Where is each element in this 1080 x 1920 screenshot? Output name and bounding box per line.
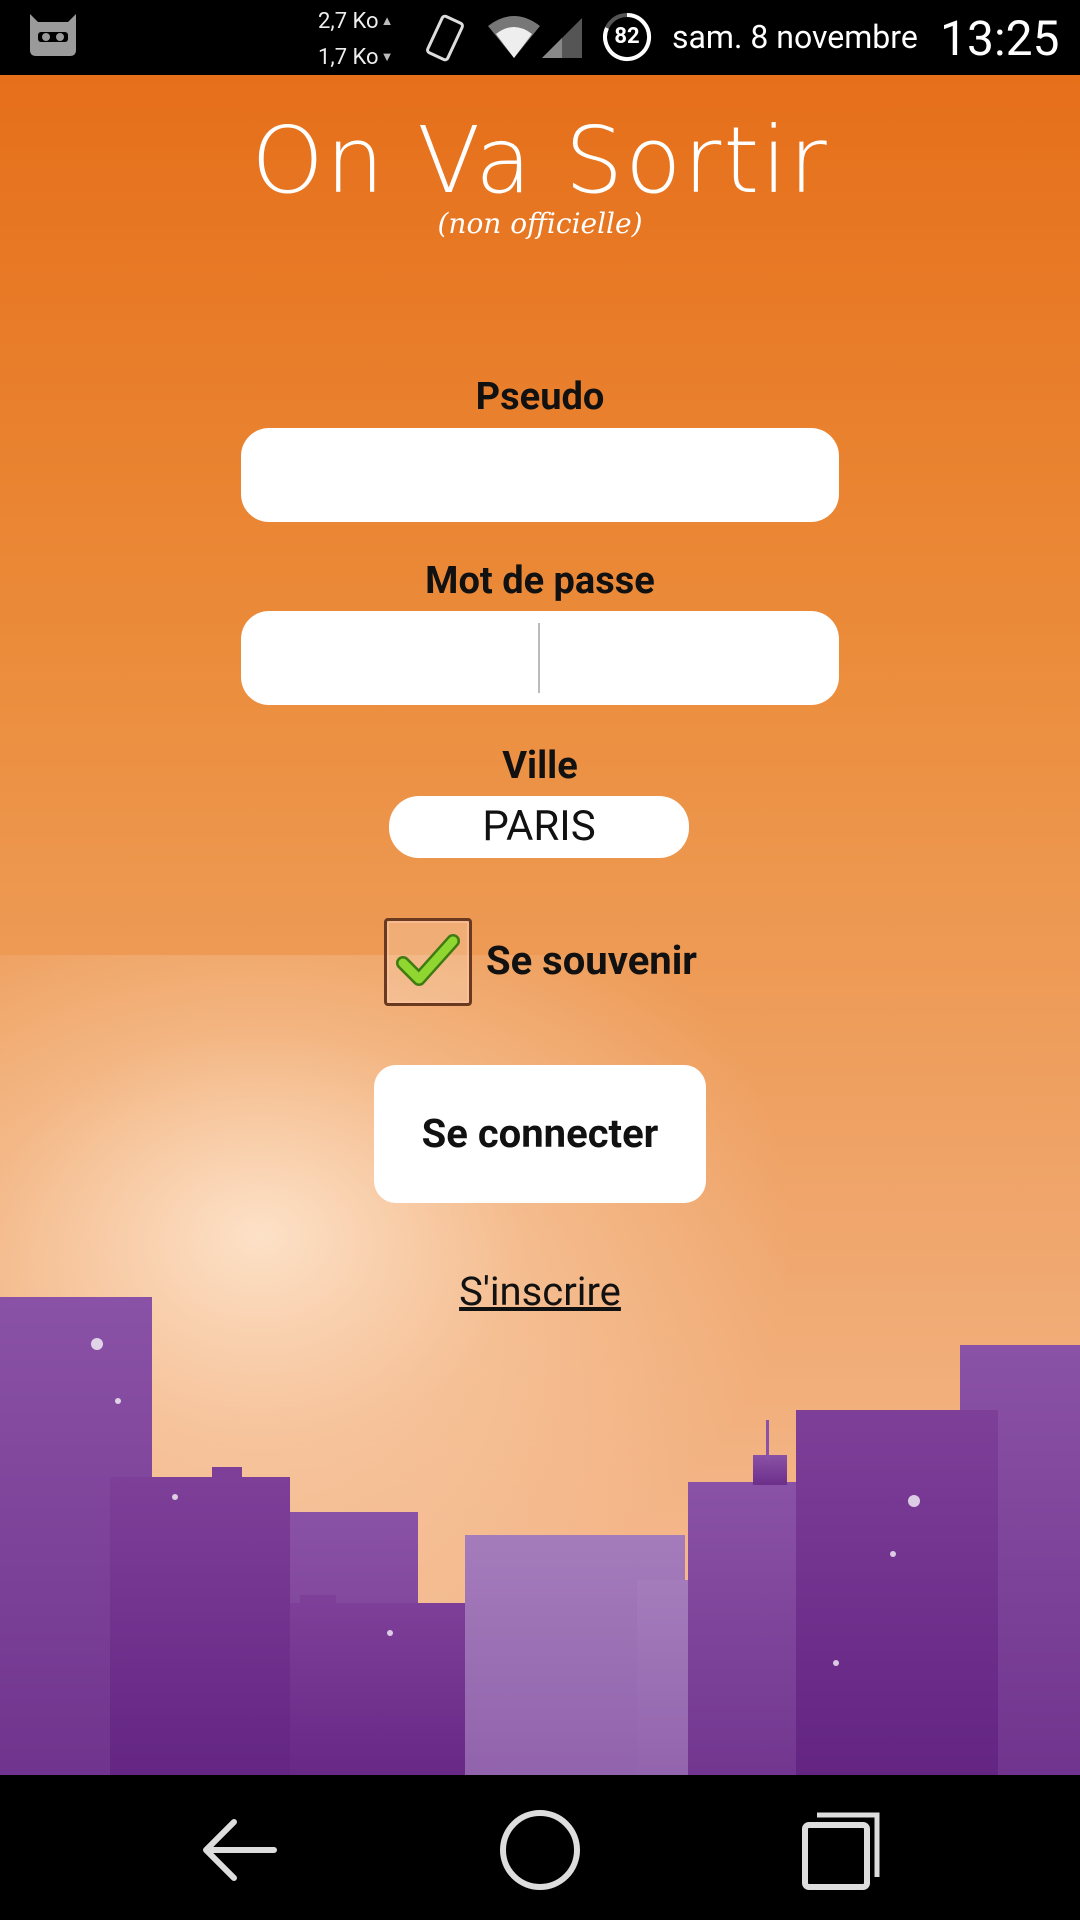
- wifi-icon: [486, 14, 542, 64]
- phone-rotate-icon: [424, 14, 468, 66]
- cyanogenmod-icon: [24, 10, 82, 62]
- checkmark-icon: [396, 934, 460, 986]
- password-label: Mot de passe: [425, 559, 655, 603]
- app-title: On Va Sortir: [251, 107, 829, 214]
- app-subtitle: (non officielle): [437, 207, 643, 240]
- recents-icon[interactable]: [795, 1805, 885, 1895]
- home-icon[interactable]: [495, 1805, 585, 1895]
- back-icon[interactable]: [194, 1805, 284, 1895]
- battery-icon: 82: [602, 12, 652, 62]
- city-label: Ville: [502, 744, 578, 788]
- signal-icon: [540, 14, 584, 64]
- login-screen: On Va Sortir (non officielle) Pseudo Mot…: [0, 75, 1080, 1775]
- pseudo-label: Pseudo: [475, 375, 605, 419]
- navigation-bar: [0, 1775, 1080, 1920]
- text-cursor: [538, 623, 540, 693]
- status-date: sam. 8 novembre: [672, 18, 918, 56]
- password-input[interactable]: [241, 611, 839, 705]
- pseudo-input[interactable]: [241, 428, 839, 522]
- status-bar: 2,7 Ko ▲ 1,7 Ko ▼ 82 sam. 8 novembre 13:25: [0, 0, 1080, 75]
- remember-label[interactable]: Se souvenir: [486, 937, 697, 984]
- city-selector[interactable]: PARIS: [389, 796, 689, 858]
- network-speed: 2,7 Ko ▲ 1,7 Ko ▼: [318, 9, 394, 70]
- status-clock: 13:25: [940, 10, 1060, 67]
- battery-level: 82: [614, 24, 640, 49]
- connect-button[interactable]: Se connecter: [374, 1065, 706, 1203]
- remember-checkbox[interactable]: [384, 918, 472, 1006]
- signup-link[interactable]: S'inscrire: [0, 1268, 1080, 1315]
